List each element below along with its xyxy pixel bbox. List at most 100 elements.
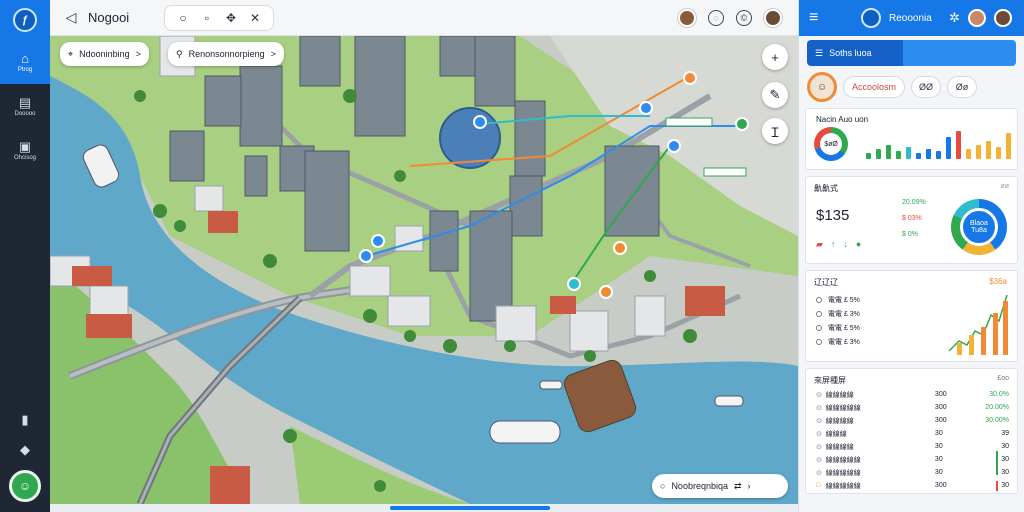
panel-search-bar[interactable]: ☰ Soths luoa [807,40,1016,66]
map-chip-location[interactable]: ⌖ Ndooninbing > [60,42,149,66]
grid-tool-icon[interactable]: ▫ [195,11,219,25]
close-tool-icon[interactable]: ✕ [243,11,267,25]
card-title: 鼽鼽式 [814,184,838,193]
card-title: 辽辽辽 [814,278,838,287]
bar [986,141,991,159]
table-row[interactable]: ⊙ 線線線線線 30 30 [816,467,1009,478]
bottom-progress-indicator [390,506,550,510]
chip-tertiary[interactable]: Øø [947,76,978,98]
app-root: ƒ ⌂ Ptrog ▤ Dooooo ▣ Ohcisog ▮ ◆ ☺ ◁ Nog… [0,0,1024,512]
bar [956,131,961,159]
left-rail: ƒ ⌂ Ptrog ▤ Dooooo ▣ Ohcisog ▮ ◆ ☺ [0,0,50,512]
rail-item-document[interactable]: ▣ Ohcisog [0,128,50,172]
summary-amount: $135 [816,207,850,224]
metric-value: $ 03% [902,215,922,222]
copyright-icon[interactable]: © [736,9,752,26]
rail-item-bookmark[interactable]: ▮ [0,404,50,434]
map-chip-person[interactable]: ⚲ Renonsonnorpieng > [168,42,284,66]
panel-search-input[interactable] [903,40,1016,66]
brand-logo-icon [861,8,881,28]
rail-item-home[interactable]: ⌂ Ptrog [0,40,50,84]
map-chip-label: Renonsonnorpieng [188,49,265,59]
back-arrow-icon[interactable]: ◁ [60,9,82,26]
document-icon: ▣ [18,138,32,154]
panel-search-left[interactable]: ☰ Soths luoa [807,40,903,66]
trend-amount: $36a [989,277,1007,286]
arrow-down-icon[interactable]: ↓ [843,239,848,250]
arrow-up-icon[interactable]: ↑ [831,239,836,250]
swap-arrows-icon: ⇄ [733,480,742,491]
home-icon: ⌂ [21,50,29,66]
table-row[interactable]: □ 線線線線線 300 30 [816,480,1009,491]
collaborator-avatar[interactable] [678,8,696,27]
list-item[interactable]: 電電 £ 3% [816,309,860,319]
metric-value: $ 0% [902,231,918,238]
summary-card: 鼽鼽式 øø $135 20.09% $ 03% $ 0% ▰ ↑ ↓ ● Bl… [805,176,1018,264]
panel-filter-chips: ☺ Accoolosm ØØ Øø [807,72,1016,102]
map-illustration [50,36,798,504]
rail-item-label: Ohcisog [13,155,36,161]
search-tool-icon[interactable]: ○ [171,11,195,25]
profile-avatar[interactable] [764,8,782,27]
table-row[interactable]: ⊙ 線線線線線 30 30 [816,454,1009,465]
folder-icon: ▤ [18,94,32,110]
route-search-label: Noobreqnbiqa [671,481,728,491]
rail-logo-area[interactable]: ƒ [0,0,50,40]
bar [876,149,881,159]
bar [906,147,911,159]
pencil-icon: ✎ [769,87,781,102]
overview-donut: $øØ [814,127,848,161]
rail-item-folder[interactable]: ▤ Dooooo [0,84,50,128]
bar [866,153,871,159]
draw-tool-button[interactable]: ✎ [762,82,788,108]
bar [946,137,951,159]
list-item[interactable]: 電電 £ 5% [816,295,860,305]
pan-tool-icon[interactable]: ✥ [219,11,243,25]
chevron-right-icon: > [135,49,141,59]
card-corner-label: øø [1000,183,1009,190]
text-tool-button[interactable]: Ｉ [762,118,788,144]
panel-header: ≡ Reooonia ✲ [799,0,1024,36]
bar [936,151,941,159]
table-row[interactable]: ⊙ 線線線線 300 30.00% [816,415,1009,426]
pin-icon: ⌖ [68,48,74,59]
bar [996,147,1001,159]
chat-icon[interactable]: ◌ [708,9,724,26]
app-logo-icon: ƒ [13,8,37,32]
chat-bubble-icon[interactable]: ● [856,239,861,250]
map-canvas[interactable]: ⌖ Ndooninbing > ⚲ Renonsonnorpieng > + ✎… [50,36,798,504]
chevron-right-icon: › [747,481,751,491]
settings-cog-icon[interactable]: ✲ [949,10,960,26]
profile-chip-avatar[interactable]: ☺ [807,72,837,102]
table-card: 來屏種屏 £oo ⊙ 線線線線 300 30.0% ⊙ 線線線線線 300 20.00% ⊙… [805,368,1018,494]
bar [916,153,921,159]
donut-label: $øØ [820,133,842,155]
chip-primary[interactable]: Accoolosm [843,76,906,98]
table-indicator-bar [996,481,998,491]
table-indicator-bar [996,451,998,475]
bookmark-icon: ▮ [21,411,29,427]
map-toolbar: ○ ▫ ✥ ✕ [164,4,274,31]
table-row[interactable]: ⊙ 線線線 30 39 [816,428,1009,439]
panel-avatar[interactable] [967,9,986,27]
chip-secondary[interactable]: ØØ [911,76,942,98]
trend-sparkline [949,294,1008,355]
list-item[interactable]: 電電 £ 5% [816,323,860,333]
table-row[interactable]: ⊙ 線線線線 300 30.0% [816,389,1009,400]
bar [926,149,931,159]
list-item[interactable]: 電電 £ 3% [816,337,860,347]
table-row[interactable]: ⊙ 線線線線 30 30 [816,441,1009,452]
zoom-in-button[interactable]: + [762,44,788,70]
trend-card: 辽辽辽 $36a 電電 £ 5% 電電 £ 3% 電電 £ 5% 電電 £ 3% [805,270,1018,362]
hamburger-menu-icon[interactable]: ≡ [809,9,831,27]
map-top-bar: ◁ Nogooi ○ ▫ ✥ ✕ ◌ © [50,0,798,36]
folder-red-icon[interactable]: ▰ [816,239,823,250]
bar [966,149,971,159]
table-row[interactable]: ⊙ 線線線線線 300 20.00% [816,402,1009,413]
search-icon: ○ [660,481,666,491]
route-search-box[interactable]: ○ Noobreqnbiqa ⇄ › [652,474,788,498]
rail-item-megaphone[interactable]: ◆ [0,434,50,464]
bar [1006,133,1011,159]
user-avatar[interactable]: ☺ [9,470,41,502]
panel-avatar-2[interactable] [993,9,1012,27]
